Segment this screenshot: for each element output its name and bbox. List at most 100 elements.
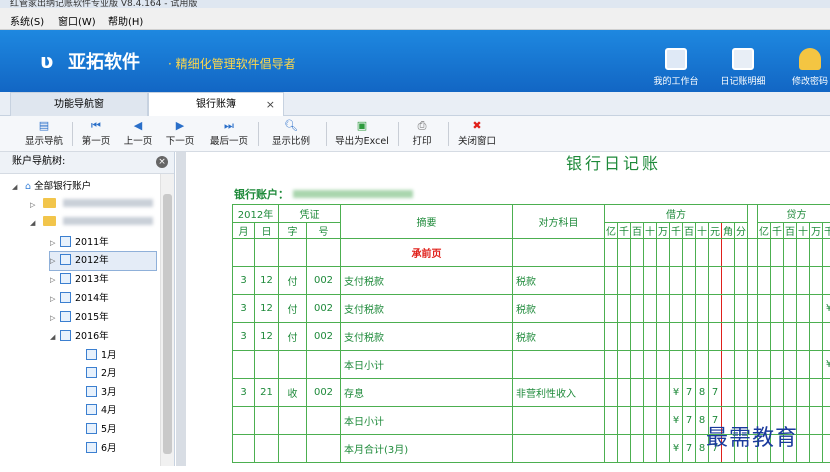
scrollbar-thumb[interactable] (163, 194, 172, 454)
credit-digit-cell (771, 351, 784, 379)
menu-system[interactable]: 系统(S) (10, 13, 44, 28)
sidebar-scrollbar[interactable] (160, 174, 174, 466)
journal-detail-label: 日记账明细 (713, 74, 773, 87)
credit-digit-cell (810, 267, 823, 295)
debit-digit-header: 千 (670, 223, 683, 239)
close-panel-icon[interactable]: × (156, 156, 168, 168)
debit-digit-header: 元 (709, 223, 722, 239)
close-window-button[interactable]: ✖ 关闭窗口 (454, 119, 500, 147)
show-nav-label: 显示导航 (22, 133, 66, 147)
tree-month-5[interactable]: 5月 (86, 421, 117, 439)
tab-bank-ledger[interactable]: 银行账簿 × (148, 92, 284, 117)
credit-digit-cell (797, 407, 810, 435)
show-nav-button[interactable]: ▤ 显示导航 (22, 119, 66, 147)
tree-year-2013[interactable]: ▷2013年 (50, 271, 109, 289)
ledger-row[interactable]: 312付002支付税款税款¥ (233, 295, 830, 323)
debit-digit-cell (618, 351, 631, 379)
debit-digit-header: 百 (683, 223, 696, 239)
credit-digit-cell (823, 323, 830, 351)
tree-month-4[interactable]: 4月 (86, 402, 117, 420)
ledger-row[interactable]: 本日小计¥ (233, 351, 830, 379)
debit-digit-cell (696, 323, 709, 351)
account-nav-panel: 账户导航树: × ◢ ⌂ 全部银行账户 ▷ ◢ ▷2011年 ▷2012年 ▷2… (0, 152, 175, 466)
debit-digit-cell (735, 323, 748, 351)
debit-digit-cell: ¥ (670, 379, 683, 407)
debit-digit-header: 十 (644, 223, 657, 239)
credit-digit-cell (758, 295, 771, 323)
year-header: 2012年 (233, 205, 279, 223)
tab-close-icon[interactable]: × (266, 93, 275, 117)
debit-digit-cell (657, 379, 670, 407)
debit-digit-cell (631, 323, 644, 351)
blurred-bank-account (293, 190, 413, 198)
debit-digit-cell (605, 407, 618, 435)
credit-digit-cell (758, 379, 771, 407)
monitor-icon (665, 48, 687, 70)
print-button[interactable]: ⎙ 打印 (404, 119, 440, 147)
menu-help[interactable]: 帮助(H) (108, 13, 143, 28)
ledger-row[interactable]: 321收002存息非营利性收入¥787 (233, 379, 830, 407)
debit-digit-cell (709, 267, 722, 295)
ledger-row[interactable]: 312付002支付税款税款 (233, 267, 830, 295)
credit-digit-cell (810, 379, 823, 407)
tree-year-2014[interactable]: ▷2014年 (50, 290, 109, 308)
calendar-icon (86, 367, 97, 378)
debit-digit-cell (683, 295, 696, 323)
debit-digit-header: 亿 (605, 223, 618, 239)
number-header: 号 (307, 223, 341, 239)
tab-function-nav[interactable]: 功能导航窗 (10, 92, 148, 116)
debit-digit-cell (618, 435, 631, 463)
tree-month-1[interactable]: 1月 (86, 347, 117, 365)
prev-page-label: 上一页 (120, 133, 156, 147)
tree-year-2015[interactable]: ▷2015年 (50, 309, 109, 327)
menu-window[interactable]: 窗口(W) (58, 13, 96, 28)
tree-root-label: 全部银行账户 (34, 181, 91, 192)
credit-digit-header: 十 (797, 223, 810, 239)
calendar-icon (60, 292, 71, 303)
my-workbench-button[interactable]: 我的工作台 (646, 36, 706, 90)
last-page-button[interactable]: ⏭ 最后一页 (206, 119, 252, 147)
counter-account-cell (513, 435, 605, 463)
tree-month-3[interactable]: 3月 (86, 384, 117, 402)
tree-year-2012[interactable]: ▷2012年 (50, 252, 156, 270)
credit-digit-header: 万 (810, 223, 823, 239)
credit-digit-header: 百 (784, 223, 797, 239)
debit-digit-cell (605, 267, 618, 295)
tree-month-2[interactable]: 2月 (86, 365, 117, 383)
prev-page-button[interactable]: ◀ 上一页 (120, 119, 156, 147)
credit-digit-header: 亿 (758, 223, 771, 239)
tree-year-2016[interactable]: ◢2016年 (50, 328, 109, 346)
next-page-button[interactable]: ▶ 下一页 (162, 119, 198, 147)
folder-icon (43, 198, 56, 208)
toolbar-divider (258, 122, 259, 146)
zoom-button[interactable]: 🔍︎ 显示比例 (264, 119, 318, 147)
credit-digit-cell (784, 351, 797, 379)
change-password-button[interactable]: 修改密码 (780, 36, 830, 90)
journal-detail-button[interactable]: 日记账明细 (713, 36, 773, 90)
debit-digit-cell (644, 323, 657, 351)
month-header: 月 (233, 223, 255, 239)
tab-function-nav-label: 功能导航窗 (54, 99, 104, 110)
credit-digit-cell (823, 267, 830, 295)
first-page-button[interactable]: ⏮ 第一页 (78, 119, 114, 147)
credit-digit-cell (771, 379, 784, 407)
debit-digit-cell (618, 267, 631, 295)
calendar-icon (86, 442, 97, 453)
debit-digit-cell (605, 323, 618, 351)
export-excel-button[interactable]: ▣ 导出为Excel (332, 119, 392, 147)
debit-digit-cell (657, 435, 670, 463)
debit-digit-cell (618, 379, 631, 407)
tree-account-1[interactable]: ▷ (30, 196, 153, 214)
credit-digit-header: 千 (823, 223, 830, 239)
tree-account-2[interactable]: ◢ (30, 214, 153, 232)
debit-digit-cell (631, 295, 644, 323)
tree-month-6[interactable]: 6月 (86, 440, 117, 458)
ledger-row[interactable]: 312付002支付税款税款 (233, 323, 830, 351)
change-password-label: 修改密码 (780, 74, 830, 87)
debit-digit-cell (735, 295, 748, 323)
toolbar-divider (72, 122, 73, 146)
tree-root[interactable]: ◢ ⌂ 全部银行账户 (12, 178, 91, 196)
debit-digit-cell (709, 323, 722, 351)
debit-digit-cell (696, 267, 709, 295)
tree-year-2011[interactable]: ▷2011年 (50, 234, 109, 252)
